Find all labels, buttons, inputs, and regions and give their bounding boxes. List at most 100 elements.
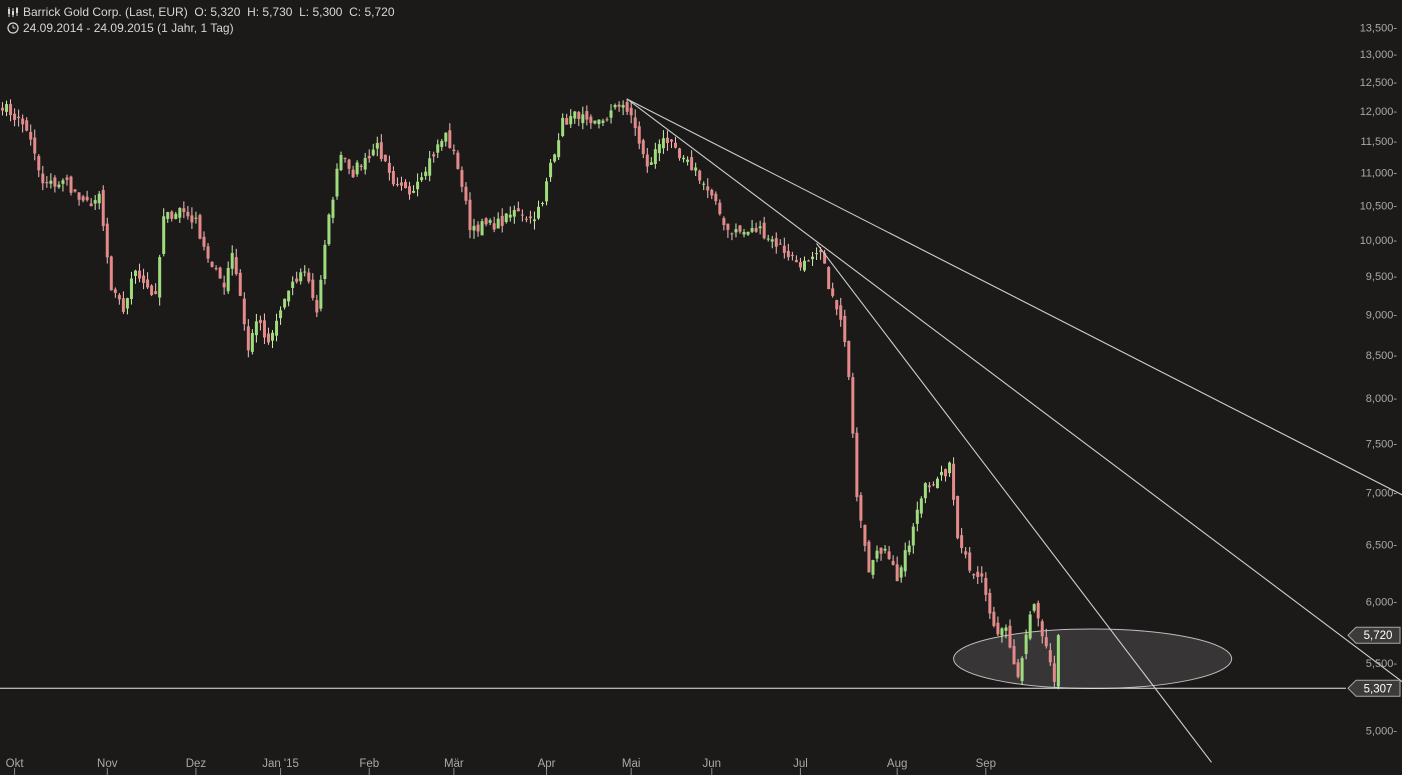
candle-body	[372, 150, 375, 156]
candle-body	[412, 191, 415, 193]
candle-body	[271, 333, 274, 341]
candle-body	[654, 149, 657, 164]
trendline-3[interactable]	[817, 243, 1212, 762]
candle-body	[94, 200, 97, 203]
candle-body	[364, 158, 367, 169]
candle-body	[529, 216, 532, 218]
candle-body	[396, 184, 399, 185]
candle-body	[335, 169, 338, 197]
candle-body	[755, 228, 758, 232]
candle-body	[924, 483, 927, 498]
candle-body	[307, 273, 310, 282]
candle-body	[811, 257, 814, 259]
candle-body	[557, 140, 560, 157]
candle-body	[795, 260, 798, 262]
candle-body	[710, 190, 713, 196]
candle-body	[259, 320, 262, 323]
candle-body	[734, 229, 737, 232]
candle-body	[992, 612, 995, 626]
candle-body	[867, 542, 870, 573]
candle-body	[726, 224, 729, 230]
candle-body	[319, 280, 322, 309]
candle-body	[585, 111, 588, 120]
candle-body	[440, 141, 443, 147]
candle-body	[61, 180, 64, 184]
candle-body	[751, 228, 754, 232]
month-label: Jul	[793, 758, 808, 770]
candle-body	[610, 110, 613, 117]
month-label: Okt	[6, 758, 25, 770]
candle-body	[223, 283, 226, 288]
candle-body	[82, 196, 85, 200]
candle-body	[634, 118, 637, 128]
trendline-1[interactable]	[627, 99, 1402, 504]
candle-body	[436, 144, 439, 152]
trendline-2[interactable]	[627, 99, 1402, 696]
candle-body	[827, 267, 830, 289]
candle-body	[380, 142, 383, 159]
candle-body	[912, 527, 915, 546]
candle-body	[74, 189, 77, 191]
candle-body	[678, 148, 681, 158]
candle-body	[416, 182, 419, 189]
candle-body	[1033, 604, 1036, 610]
month-label: Sep	[976, 758, 996, 770]
candle-body	[456, 153, 459, 169]
candle-body	[984, 578, 987, 595]
candle-body	[996, 623, 999, 635]
candle-body	[178, 208, 181, 218]
candle-body	[186, 212, 189, 216]
candle-body	[348, 160, 351, 169]
candle-body	[29, 132, 32, 140]
candle-body	[203, 237, 206, 247]
candle-body	[388, 163, 391, 173]
candle-body	[198, 215, 201, 239]
candle-body	[311, 280, 314, 298]
candle-body	[49, 181, 52, 184]
candle-body	[323, 245, 326, 279]
candle-body	[485, 218, 488, 224]
price-tag-label: 5,307	[1364, 683, 1393, 695]
candle-body	[686, 160, 689, 162]
candle-body	[597, 120, 600, 124]
candle-body	[444, 133, 447, 142]
candle-body	[219, 268, 222, 279]
candle-body	[106, 224, 109, 258]
candle-body	[706, 186, 709, 190]
candle-body	[279, 310, 282, 318]
candle-body	[662, 138, 665, 148]
candle-body	[17, 117, 20, 118]
candle-body	[690, 157, 693, 170]
candle-body	[763, 223, 766, 238]
candle-body	[573, 112, 576, 119]
candle-body	[1045, 637, 1048, 646]
month-label: Jan '15	[262, 758, 299, 770]
candle-body	[908, 546, 911, 553]
candle-body	[565, 118, 568, 124]
candle-body	[215, 268, 218, 269]
candle-body	[851, 377, 854, 433]
candle-body	[227, 268, 230, 291]
candle-body	[920, 499, 923, 514]
candle-body	[1, 108, 4, 111]
candle-body	[299, 272, 302, 281]
candle-body	[360, 166, 363, 167]
candle-body	[468, 200, 471, 230]
candle-body	[871, 560, 874, 575]
candle-body	[344, 158, 347, 159]
candle-body	[855, 433, 858, 497]
candle-body	[694, 168, 697, 171]
candle-body	[138, 271, 141, 279]
candle-body	[53, 178, 56, 187]
candle-body	[976, 572, 979, 577]
price-chart[interactable]: 13,500-13,000-12,500-12,000-11,500-11,00…	[0, 0, 1402, 775]
candle-body	[392, 171, 395, 184]
candle-body	[900, 567, 903, 577]
candle-body	[928, 485, 931, 487]
candle-body	[904, 550, 907, 571]
candle-body	[968, 552, 971, 570]
candle-body	[892, 561, 895, 565]
y-tick-label: 13,000-	[1360, 49, 1398, 61]
candle-body	[642, 140, 645, 154]
candle-body	[428, 158, 431, 175]
